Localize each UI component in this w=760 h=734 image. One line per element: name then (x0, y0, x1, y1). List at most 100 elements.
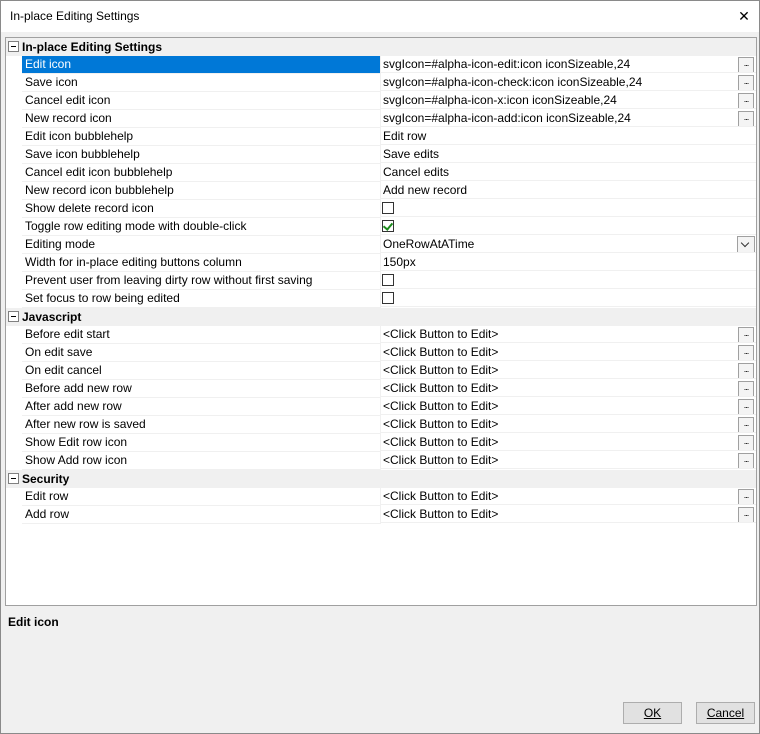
property-name[interactable]: After add new row (22, 398, 381, 416)
property-row[interactable]: Prevent user from leaving dirty row with… (6, 272, 756, 290)
ellipsis-button[interactable]: ... (738, 489, 754, 504)
ellipsis-button[interactable]: ... (738, 93, 754, 108)
ellipsis-button[interactable]: ... (738, 111, 754, 126)
property-name[interactable]: Cancel edit icon bubblehelp (22, 164, 381, 182)
category-header[interactable]: Security (6, 470, 756, 488)
collapse-toggle-icon[interactable] (8, 473, 19, 484)
ellipsis-button[interactable]: ... (738, 363, 754, 378)
property-value[interactable] (380, 290, 756, 307)
property-row[interactable]: After add new row <Click Button to Edit>.… (6, 398, 756, 416)
property-value[interactable]: svgIcon=#alpha-icon-add:icon iconSizeabl… (380, 110, 756, 127)
ellipsis-button[interactable]: ... (738, 507, 754, 522)
property-value[interactable]: <Click Button to Edit>... (380, 380, 756, 397)
property-value[interactable]: Save edits (380, 146, 756, 163)
property-row[interactable]: Cancel edit icon bubblehelp Cancel edits (6, 164, 756, 182)
property-name[interactable]: Add row (22, 506, 381, 524)
ellipsis-button[interactable]: ... (738, 417, 754, 432)
property-row[interactable]: Edit icon bubblehelp Edit row (6, 128, 756, 146)
property-row[interactable]: Before add new row <Click Button to Edit>… (6, 380, 756, 398)
collapse-toggle-icon[interactable] (8, 311, 19, 322)
property-name[interactable]: Show Add row icon (22, 452, 381, 470)
property-row[interactable]: Edit row <Click Button to Edit>... (6, 488, 756, 506)
property-value[interactable]: OneRowAtATime (380, 236, 756, 253)
property-row[interactable]: Show Edit row icon <Click Button to Edit>… (6, 434, 756, 452)
property-value[interactable]: <Click Button to Edit>... (380, 488, 756, 505)
property-row[interactable]: Edit icon svgIcon=#alpha-icon-edit:icon i… (6, 56, 756, 74)
property-row[interactable]: After new row is saved <Click Button to E… (6, 416, 756, 434)
property-checkbox[interactable] (382, 292, 394, 304)
property-name[interactable]: Edit icon bubblehelp (22, 128, 381, 146)
property-row[interactable]: Set focus to row being edited (6, 290, 756, 308)
property-value[interactable]: <Click Button to Edit>... (380, 434, 756, 451)
property-row[interactable]: Show delete record icon (6, 200, 756, 218)
property-value[interactable] (380, 200, 756, 217)
property-row[interactable]: Save icon svgIcon=#alpha-icon-check:icon … (6, 74, 756, 92)
property-name[interactable]: Set focus to row being edited (22, 290, 381, 308)
ellipsis-button[interactable]: ... (738, 399, 754, 414)
property-checkbox[interactable] (382, 220, 394, 232)
property-row[interactable]: New record icon svgIcon=#alpha-icon-add:i… (6, 110, 756, 128)
property-row[interactable]: On edit cancel <Click Button to Edit>... (6, 362, 756, 380)
property-value[interactable]: svgIcon=#alpha-icon-edit:icon iconSizeab… (380, 56, 756, 73)
property-name[interactable]: New record icon bubblehelp (22, 182, 381, 200)
property-row[interactable]: New record icon bubblehelp Add new record (6, 182, 756, 200)
ellipsis-button[interactable]: ... (738, 381, 754, 396)
property-value[interactable]: svgIcon=#alpha-icon-x:icon iconSizeable,… (380, 92, 756, 109)
property-row[interactable]: On edit save <Click Button to Edit>... (6, 344, 756, 362)
chevron-down-icon[interactable] (737, 236, 755, 252)
property-value[interactable] (380, 218, 756, 235)
property-name[interactable]: Before edit start (22, 326, 381, 344)
property-name[interactable]: New record icon (22, 110, 381, 128)
category-header[interactable]: Javascript (6, 308, 756, 326)
property-name[interactable]: Edit row (22, 488, 381, 506)
property-name[interactable]: Save icon (22, 74, 381, 92)
ellipsis-button[interactable]: ... (738, 75, 754, 90)
property-checkbox[interactable] (382, 274, 394, 286)
ellipsis-button[interactable]: ... (738, 435, 754, 450)
collapse-toggle-icon[interactable] (8, 41, 19, 52)
property-row[interactable]: Add row <Click Button to Edit>... (6, 506, 756, 524)
property-name[interactable]: Edit icon (22, 56, 381, 74)
property-row[interactable]: Show Add row icon <Click Button to Edit>.… (6, 452, 756, 470)
cancel-button[interactable]: Cancel (696, 702, 755, 724)
property-value[interactable]: <Click Button to Edit>... (380, 452, 756, 469)
property-name[interactable]: Show Edit row icon (22, 434, 381, 452)
property-value[interactable]: Edit row (380, 128, 756, 145)
property-name[interactable]: Cancel edit icon (22, 92, 381, 110)
ellipsis-button[interactable]: ... (738, 345, 754, 360)
property-row[interactable]: Before edit start <Click Button to Edit>.… (6, 326, 756, 344)
property-row[interactable]: Cancel edit icon svgIcon=#alpha-icon-x:ic… (6, 92, 756, 110)
property-name[interactable]: Prevent user from leaving dirty row with… (22, 272, 381, 290)
property-value[interactable]: svgIcon=#alpha-icon-check:icon iconSizea… (380, 74, 756, 91)
property-value[interactable]: <Click Button to Edit>... (380, 398, 756, 415)
property-value[interactable]: Add new record (380, 182, 756, 199)
property-name[interactable]: Editing mode (22, 236, 381, 254)
property-checkbox[interactable] (382, 202, 394, 214)
property-value[interactable]: <Click Button to Edit>... (380, 506, 756, 523)
ellipsis-button[interactable]: ... (738, 327, 754, 342)
category-header[interactable]: In-place Editing Settings (6, 38, 756, 56)
property-value[interactable]: 150px (380, 254, 756, 271)
property-value[interactable] (380, 272, 756, 289)
property-row[interactable]: Editing mode OneRowAtATime (6, 236, 756, 254)
ok-button[interactable]: OK (623, 702, 682, 724)
property-name[interactable]: Save icon bubblehelp (22, 146, 381, 164)
property-value[interactable]: <Click Button to Edit>... (380, 344, 756, 361)
close-icon[interactable]: ✕ (729, 1, 759, 32)
property-value[interactable]: Cancel edits (380, 164, 756, 181)
ellipsis-button[interactable]: ... (738, 57, 754, 72)
ellipsis-button[interactable]: ... (738, 453, 754, 468)
property-name[interactable]: Show delete record icon (22, 200, 381, 218)
property-name[interactable]: Before add new row (22, 380, 381, 398)
property-row[interactable]: Toggle row editing mode with double-clic… (6, 218, 756, 236)
property-name[interactable]: Toggle row editing mode with double-clic… (22, 218, 381, 236)
property-name[interactable]: After new row is saved (22, 416, 381, 434)
property-value[interactable]: <Click Button to Edit>... (380, 362, 756, 379)
property-name[interactable]: Width for in-place editing buttons colum… (22, 254, 381, 272)
property-row[interactable]: Width for in-place editing buttons colum… (6, 254, 756, 272)
property-name[interactable]: On edit save (22, 344, 381, 362)
property-row[interactable]: Save icon bubblehelp Save edits (6, 146, 756, 164)
property-value[interactable]: <Click Button to Edit>... (380, 416, 756, 433)
property-name[interactable]: On edit cancel (22, 362, 381, 380)
property-value[interactable]: <Click Button to Edit>... (380, 326, 756, 343)
